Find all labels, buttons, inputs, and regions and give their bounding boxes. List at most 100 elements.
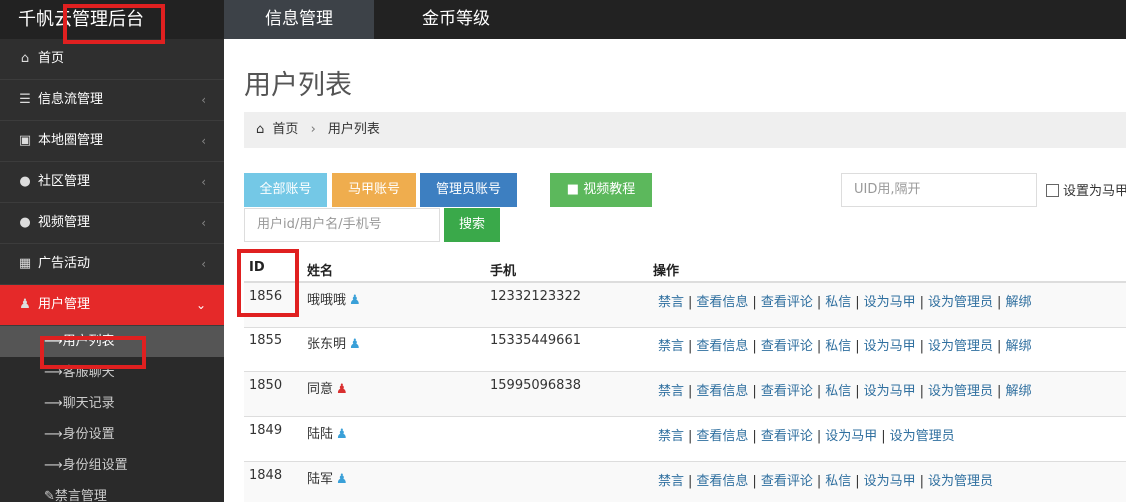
edit-icon: ✎ — [44, 489, 55, 502]
action-view-info-link[interactable]: 查看信息 — [696, 474, 748, 489]
submenu-label: 客服聊天 — [62, 365, 115, 380]
breadcrumb: ⌂ 首页 › 用户列表 — [244, 112, 1126, 148]
action-set-admin-link[interactable]: 设为管理员 — [928, 474, 993, 489]
user-phone: 15335449661 — [490, 333, 581, 348]
action-set-majia-link[interactable]: 设为马甲 — [864, 339, 916, 354]
brand-title: 千帆云管理后台 — [18, 9, 144, 30]
chevron-left-icon: ‹ — [201, 216, 206, 230]
action-view-info-link[interactable]: 查看信息 — [696, 339, 748, 354]
sidebar-item-local-circle[interactable]: ▣ 本地圈管理 ‹ — [0, 121, 224, 162]
sidebar-item-user-management[interactable]: ♟ 用户管理 ⌄ — [0, 285, 224, 326]
search-input[interactable]: 用户id/用户名/手机号 — [244, 208, 440, 242]
action-view-comments-link[interactable]: 查看评论 — [761, 339, 813, 354]
action-separator: | — [919, 295, 925, 310]
action-separator: | — [855, 339, 860, 354]
action-mute-link[interactable]: 禁言 — [658, 339, 684, 354]
action-separator: | — [997, 295, 1002, 310]
submenu-label: 聊天记录 — [62, 396, 115, 411]
submenu-customer-chat[interactable]: ⟶客服聊天 — [0, 357, 224, 388]
action-view-comments-link[interactable]: 查看评论 — [761, 295, 813, 310]
action-view-comments-link[interactable]: 查看评论 — [761, 429, 813, 444]
submenu-label: 身份设置 — [62, 427, 115, 442]
sidebar-item-feed[interactable]: ☰ 信息流管理 ‹ — [0, 80, 224, 121]
submenu-identity-group-settings[interactable]: ⟶身份组设置 — [0, 450, 224, 481]
action-view-info-link[interactable]: 查看信息 — [696, 384, 748, 399]
video-tutorial-button[interactable]: ■ 视频教程 — [550, 173, 652, 207]
row-actions: 禁言 | 查看信息 | 查看评论 | 私信 | 设为马甲 | 设为管理员 | 解绑 — [658, 291, 1031, 310]
sidebar-item-label: 社区管理 — [38, 174, 91, 189]
uid-input[interactable]: UID用,隔开 — [841, 173, 1037, 207]
top-bar: 千帆云管理后台 信息管理 金币等级 — [0, 0, 1126, 39]
sidebar-item-community[interactable]: ● 社区管理 ‹ — [0, 162, 224, 203]
action-set-admin-link[interactable]: 设为管理员 — [928, 295, 993, 310]
action-separator: | — [855, 295, 860, 310]
action-separator: | — [855, 474, 860, 489]
submenu-mute-management[interactable]: ✎禁言管理 — [0, 481, 224, 502]
action-set-majia-link[interactable]: 设为马甲 — [864, 295, 916, 310]
action-mute-link[interactable]: 禁言 — [658, 429, 684, 444]
sidebar-item-ads[interactable]: ▦ 广告活动 ‹ — [0, 244, 224, 285]
action-unbind-link[interactable]: 解绑 — [1005, 384, 1031, 399]
submenu-chat-records[interactable]: ⟶聊天记录 — [0, 388, 224, 419]
action-set-majia-link[interactable]: 设为马甲 — [864, 474, 916, 489]
submenu-label: 身份组设置 — [62, 458, 128, 473]
action-separator: | — [688, 429, 693, 444]
arrow-right-icon: ⟶ — [44, 365, 63, 380]
action-message-link[interactable]: 私信 — [825, 295, 851, 310]
action-separator: | — [919, 339, 925, 354]
user-icon: ♟ — [19, 297, 31, 312]
sidebar-item-home[interactable]: ⌂ 首页 — [0, 39, 224, 80]
all-accounts-button[interactable]: 全部账号 — [244, 173, 327, 207]
column-header-ops: 操作 — [653, 264, 680, 279]
action-separator: | — [919, 384, 925, 399]
action-separator: | — [881, 429, 886, 444]
action-set-admin-link[interactable]: 设为管理员 — [890, 429, 955, 444]
action-view-info-link[interactable]: 查看信息 — [696, 295, 748, 310]
admin-accounts-button[interactable]: 管理员账号 — [420, 173, 517, 207]
action-separator: | — [816, 474, 822, 489]
action-unbind-link[interactable]: 解绑 — [1005, 295, 1031, 310]
action-set-admin-link[interactable]: 设为管理员 — [928, 384, 993, 399]
action-view-comments-link[interactable]: 查看评论 — [761, 474, 813, 489]
topnav-info-management[interactable]: 信息管理 — [224, 0, 374, 39]
action-mute-link[interactable]: 禁言 — [658, 295, 684, 310]
action-mute-link[interactable]: 禁言 — [658, 384, 684, 399]
action-set-majia-link[interactable]: 设为马甲 — [825, 429, 877, 444]
set-majia-checkbox[interactable]: 设置为马甲 — [1046, 180, 1126, 199]
sidebar-item-video[interactable]: ● 视频管理 ‹ — [0, 203, 224, 244]
camera-icon: ▣ — [18, 133, 32, 148]
main-content: 用户列表 ⌂ 首页 › 用户列表 全部账号 马甲账号 管理员账号 ■ 视频教程 … — [224, 39, 1126, 502]
search-button[interactable]: 搜索 — [444, 208, 500, 242]
action-set-majia-link[interactable]: 设为马甲 — [864, 384, 916, 399]
male-icon: ♟ — [336, 427, 348, 442]
sidebar-item-label: 广告活动 — [38, 256, 91, 271]
arrow-right-icon: ⟶ — [44, 396, 63, 411]
user-name: 陆陆 — [307, 427, 334, 442]
chevron-left-icon: ‹ — [201, 134, 206, 148]
checkbox-icon[interactable] — [1046, 184, 1059, 197]
page-title: 用户列表 — [244, 70, 352, 101]
action-message-link[interactable]: 私信 — [825, 339, 851, 354]
action-set-admin-link[interactable]: 设为管理员 — [928, 339, 993, 354]
submenu-user-list[interactable]: ⟶用户列表 — [0, 326, 224, 357]
home-icon: ⌂ — [20, 51, 30, 66]
action-message-link[interactable]: 私信 — [825, 384, 851, 399]
column-header-id: ID — [249, 260, 265, 275]
user-name-cell: 哦哦哦 ♟ — [307, 289, 361, 308]
breadcrumb-home[interactable]: 首页 — [272, 122, 298, 137]
action-unbind-link[interactable]: 解绑 — [1005, 339, 1031, 354]
set-majia-label: 设置为马甲 — [1063, 184, 1126, 199]
submenu-identity-settings[interactable]: ⟶身份设置 — [0, 419, 224, 450]
sidebar-item-label: 首页 — [38, 51, 65, 66]
action-separator: | — [752, 429, 757, 444]
action-message-link[interactable]: 私信 — [825, 474, 851, 489]
majia-accounts-button[interactable]: 马甲账号 — [332, 173, 416, 207]
topnav-coin-level[interactable]: 金币等级 — [374, 0, 538, 39]
action-mute-link[interactable]: 禁言 — [658, 474, 684, 489]
user-id: 1850 — [249, 378, 283, 393]
action-view-comments-link[interactable]: 查看评论 — [761, 384, 813, 399]
male-icon: ♟ — [349, 293, 361, 308]
action-view-info-link[interactable]: 查看信息 — [696, 429, 748, 444]
user-phone: 15995096838 — [490, 378, 581, 393]
list-icon: ☰ — [19, 92, 31, 107]
